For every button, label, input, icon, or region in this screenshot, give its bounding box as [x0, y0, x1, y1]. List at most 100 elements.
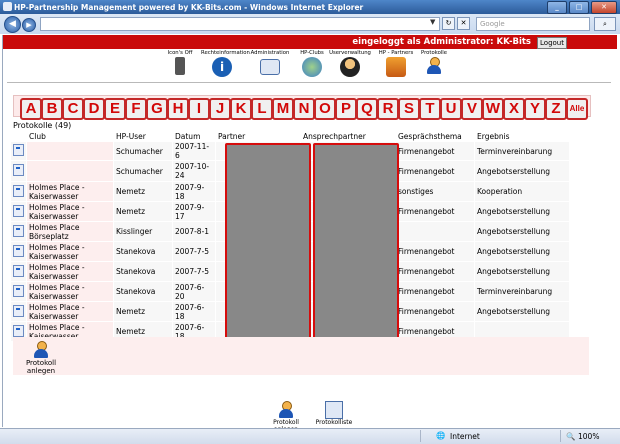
letter-all[interactable]: Alle: [566, 98, 588, 120]
redacted-contact-column: [313, 143, 399, 339]
cell-topic: sonstiges: [396, 182, 474, 201]
col-ergebnis[interactable]: Ergebnis: [475, 132, 569, 141]
table-header: Club HP-User Datum Partner Ansprechpartn…: [11, 132, 569, 141]
zoom-icon[interactable]: 🔍: [566, 432, 575, 441]
letter-i[interactable]: I: [188, 98, 210, 120]
letter-z[interactable]: Z: [545, 98, 567, 120]
letter-r[interactable]: R: [377, 98, 399, 120]
document-icon[interactable]: [13, 164, 24, 176]
house-icon: [386, 57, 406, 77]
minimize-button[interactable]: _: [547, 1, 567, 14]
col-ansprechpartner[interactable]: Ansprechpartner: [301, 132, 395, 141]
cell-club: Holmes Place - Kaiserwasser: [27, 262, 113, 281]
globe-icon: 🌐: [436, 431, 446, 440]
letter-e[interactable]: E: [104, 98, 126, 120]
cell-club: Holmes Place - Kaiserwasser: [27, 182, 113, 201]
letter-n[interactable]: N: [293, 98, 315, 120]
cell-date: 2007-9-18: [173, 182, 215, 201]
letter-j[interactable]: J: [209, 98, 231, 120]
menu-item-hp-clubs[interactable]: HP-Clubs: [291, 49, 333, 81]
document-icon[interactable]: [13, 224, 24, 237]
letter-v[interactable]: V: [461, 98, 483, 120]
letter-f[interactable]: F: [125, 98, 147, 120]
user-icon: [340, 57, 360, 77]
letter-m[interactable]: M: [272, 98, 294, 120]
document-icon[interactable]: [13, 324, 24, 337]
letter-o[interactable]: O: [314, 98, 336, 120]
cell-topic: Firmenangebot: [396, 282, 474, 301]
col-partner[interactable]: Partner: [216, 132, 300, 141]
letter-u[interactable]: U: [440, 98, 462, 120]
letter-b[interactable]: B: [41, 98, 63, 120]
close-button[interactable]: ✕: [591, 1, 617, 14]
col-hp-user[interactable]: HP-User: [114, 132, 172, 141]
letter-h[interactable]: H: [167, 98, 189, 120]
main-menu: Icon's Off Rechteinformation i Administr…: [3, 49, 617, 81]
zone-label: Internet: [450, 432, 480, 441]
letter-x[interactable]: X: [503, 98, 525, 120]
search-input[interactable]: Google: [476, 17, 590, 31]
letter-a[interactable]: A: [20, 98, 42, 120]
stop-icon[interactable]: ✕: [457, 17, 470, 30]
chevron-down-icon[interactable]: ▼: [430, 18, 435, 26]
document-icon[interactable]: [13, 284, 24, 297]
cell-result: Angebotserstellung: [475, 202, 569, 221]
footer-protocol-list[interactable]: Protokolliste: [309, 401, 359, 426]
menu-item-icons-off[interactable]: Icon's Off: [159, 49, 201, 81]
back-button[interactable]: ◀: [4, 16, 21, 33]
col-datum[interactable]: Datum: [173, 132, 215, 141]
letter-g[interactable]: G: [146, 98, 168, 120]
forward-button[interactable]: ▶: [22, 18, 36, 32]
cell-result: Angebotserstellung: [475, 242, 569, 261]
col-gespraechsthema[interactable]: Gesprächsthema: [396, 132, 474, 141]
letter-q[interactable]: Q: [356, 98, 378, 120]
cell-user: Nemetz: [114, 302, 172, 321]
logout-button[interactable]: Logout: [537, 37, 567, 49]
letter-s[interactable]: S: [398, 98, 420, 120]
globe-icon: [302, 57, 322, 77]
cell-date: 2007-6-20: [173, 282, 215, 301]
letter-y[interactable]: Y: [524, 98, 546, 120]
cell-topic: Firmenangebot: [396, 302, 474, 321]
cell-result: Terminvereinbarung: [475, 282, 569, 301]
letter-c[interactable]: C: [62, 98, 84, 120]
letter-w[interactable]: W: [482, 98, 504, 120]
menu-item-protokolle[interactable]: Protokolle: [413, 49, 455, 81]
menu-item-administration[interactable]: Administration: [249, 49, 291, 81]
zoom-level[interactable]: 100%: [578, 432, 599, 441]
cell-topic: [396, 222, 474, 241]
address-bar[interactable]: [40, 17, 440, 31]
document-icon[interactable]: [13, 244, 24, 257]
letter-t[interactable]: T: [419, 98, 441, 120]
page-content: eingeloggt als Administrator: KK-Bits Lo…: [2, 35, 617, 433]
menu-item-userverwaltung[interactable]: Userverwaltung: [329, 49, 371, 81]
window-title: HP-Partnership Management powered by KK-…: [14, 3, 364, 12]
document-icon[interactable]: [13, 264, 24, 277]
refresh-icon[interactable]: ↻: [442, 17, 455, 30]
letter-l[interactable]: L: [251, 98, 273, 120]
menu-label: Rechteinformation: [201, 50, 250, 56]
search-icon[interactable]: ⌕: [594, 17, 616, 31]
id-card-icon: [260, 59, 280, 75]
document-icon[interactable]: [13, 184, 24, 197]
window-titlebar: HP-Partnership Management powered by KK-…: [0, 0, 620, 14]
document-icon[interactable]: [13, 304, 24, 317]
letter-p[interactable]: P: [335, 98, 357, 120]
ie-icon: [3, 2, 12, 11]
cell-date: 2007-7-5: [173, 242, 215, 261]
menu-item-rechteinformation[interactable]: Rechteinformation i: [201, 49, 250, 81]
letter-d[interactable]: D: [83, 98, 105, 120]
menu-item-hp-partners[interactable]: HP - Partners: [375, 49, 417, 81]
maximize-button[interactable]: □: [569, 1, 589, 14]
add-protocol-button[interactable]: Protokoll anlegen: [19, 341, 63, 375]
cell-result: Angebotserstellung: [475, 222, 569, 241]
cell-user: Schumacher: [114, 161, 172, 181]
cell-topic: Firmenangebot: [396, 142, 474, 160]
document-icon[interactable]: [13, 144, 24, 156]
document-icon[interactable]: [13, 204, 24, 217]
cell-topic: Firmenangebot: [396, 242, 474, 261]
cell-user: Nemetz: [114, 182, 172, 201]
letter-k[interactable]: K: [230, 98, 252, 120]
divider: [7, 82, 611, 83]
col-club[interactable]: Club: [27, 132, 113, 141]
